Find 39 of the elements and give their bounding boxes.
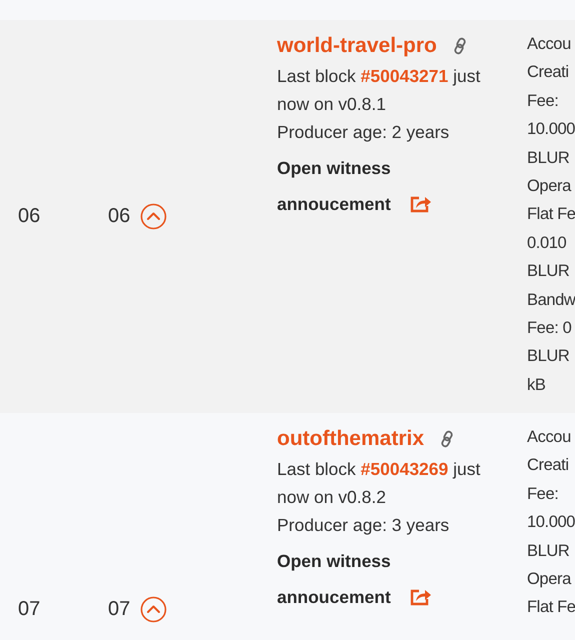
witness-name-link[interactable]: outofthematrix: [277, 427, 424, 451]
fee-text: Opera: [527, 569, 572, 590]
position-number: 06: [108, 205, 130, 228]
fee-text: Flat Fe: [527, 204, 574, 226]
fee-text: 0.010: [527, 232, 568, 254]
fee-text: Accou: [527, 427, 572, 448]
upvote-icon[interactable]: [140, 596, 168, 623]
fee-text: kB: [527, 374, 546, 396]
fee-text: BLUR: [527, 540, 570, 562]
external-link-icon[interactable]: [410, 195, 432, 213]
link-icon[interactable]: [440, 430, 454, 448]
fee-text: Fee:: [527, 90, 560, 112]
last-block-text: Last block #50043269 just now on v0.8.2: [277, 458, 482, 509]
fee-text: BLUR: [527, 148, 570, 169]
fee-text: Creati: [527, 455, 570, 476]
announcement-link[interactable]: Open witness annoucement: [277, 543, 402, 615]
fee-text: BLUR: [527, 261, 570, 282]
producer-age-text: Producer age: 3 years: [277, 514, 450, 537]
link-icon[interactable]: [452, 37, 467, 55]
fee-text: 10.000: [527, 512, 574, 534]
rank-number: 07: [18, 598, 42, 621]
fee-text: Accou: [527, 34, 572, 55]
rank-number: 06: [18, 205, 42, 228]
position-number: 07: [108, 598, 130, 621]
fee-text: 10.000: [527, 119, 574, 140]
last-block-text: Last block #50043271 just now on v0.8.1: [277, 65, 482, 116]
fee-text: Fee:: [527, 484, 560, 505]
upvote-icon[interactable]: [140, 203, 168, 230]
block-link[interactable]: #50043269: [360, 459, 448, 479]
fee-text: Flat Fe: [527, 597, 574, 618]
fee-text: Opera: [527, 176, 572, 198]
fee-text: BLUR: [527, 346, 570, 368]
producer-age-text: Producer age: 2 years: [277, 121, 450, 144]
external-link-icon[interactable]: [410, 588, 432, 606]
witness-name-link[interactable]: world-travel-pro: [277, 34, 437, 58]
announcement-link[interactable]: Open witness annoucement: [277, 150, 402, 222]
block-link[interactable]: #50043271: [360, 66, 448, 86]
fee-text: Fee: 0: [527, 318, 572, 340]
fee-text: Creati: [527, 62, 570, 84]
